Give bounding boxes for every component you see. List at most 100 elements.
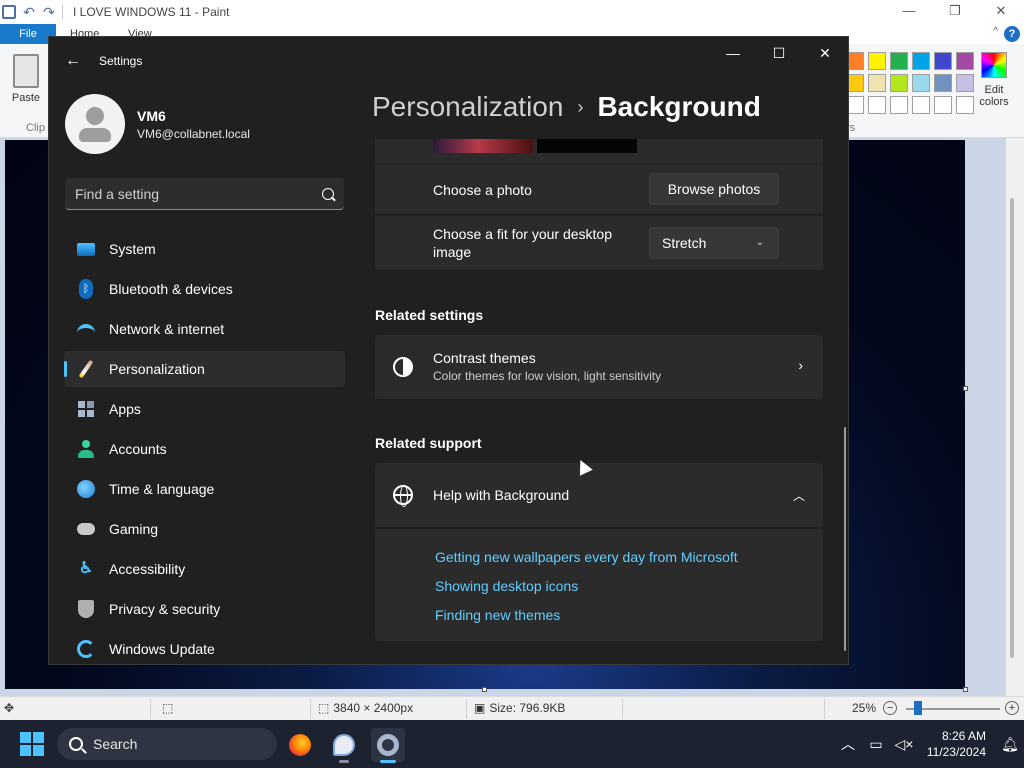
search-input[interactable] — [75, 185, 322, 202]
clock[interactable]: 8:26 AM 11/23/2024 — [918, 728, 996, 760]
paint-restore-button[interactable]: ❐ — [932, 0, 978, 24]
save-icon[interactable] — [2, 5, 16, 19]
paste-label: Paste — [11, 92, 41, 104]
redo-icon[interactable]: ↷ — [42, 5, 56, 19]
sidebar-item-accessibility[interactable]: ♿︎ Accessibility — [64, 551, 345, 587]
chevron-right-icon: › — [798, 357, 803, 373]
minimize-button[interactable]: — — [710, 37, 756, 69]
image-dimensions: ⬚ 3840 × 2400px — [318, 701, 413, 715]
color-swatch[interactable] — [912, 74, 930, 92]
find-setting-box[interactable] — [65, 178, 344, 210]
zoom-out-button[interactable]: − — [883, 701, 897, 715]
notification-bell-icon[interactable]: 🔔︎ — [996, 736, 1024, 753]
help-link[interactable]: Showing desktop icons — [435, 578, 578, 594]
collapse-ribbon-icon[interactable]: ^ — [993, 26, 998, 37]
taskbar-search-label: Search — [93, 736, 138, 752]
zoom-slider-thumb[interactable] — [914, 701, 922, 715]
sidebar-item-personalization[interactable]: Personalization — [64, 351, 345, 387]
paste-button[interactable]: Paste — [6, 50, 46, 104]
taskbar-paint[interactable] — [327, 728, 361, 763]
canvas-resize-handle-right[interactable] — [963, 386, 968, 391]
color-swatch[interactable] — [912, 96, 930, 114]
status-divider — [310, 699, 311, 719]
chevron-down-icon: ⌄ — [755, 237, 764, 248]
search-icon[interactable] — [322, 187, 334, 200]
undo-icon[interactable]: ↶ — [22, 5, 36, 19]
paint-close-button[interactable]: ✕ — [978, 0, 1024, 24]
chevron-up-icon[interactable]: ︿ — [834, 734, 862, 754]
color-swatch[interactable] — [868, 52, 886, 70]
browse-photos-button[interactable]: Browse photos — [649, 173, 779, 205]
avatar-head — [86, 107, 104, 125]
windows-start-icon[interactable] — [20, 732, 44, 756]
color-swatch[interactable] — [890, 52, 908, 70]
color-swatch[interactable] — [934, 96, 952, 114]
help-link[interactable]: Getting new wallpapers every day from Mi… — [435, 549, 738, 565]
sidebar-item-label: System — [109, 241, 156, 257]
color-swatch[interactable] — [956, 52, 974, 70]
taskbar-firefox[interactable] — [283, 728, 317, 762]
breadcrumb-parent[interactable]: Personalization — [372, 91, 563, 123]
user-name: VM6 — [137, 107, 166, 124]
help-links-panel: Getting new wallpapers every day from Mi… — [375, 529, 823, 641]
toolbar-divider — [62, 5, 63, 19]
dimensions-text: 3840 × 2400px — [333, 701, 414, 715]
gamepad-icon — [76, 519, 96, 539]
close-button[interactable]: ✕ — [802, 37, 848, 69]
volume-muted-icon[interactable]: ◁× — [890, 736, 918, 753]
taskbar-settings[interactable] — [371, 728, 405, 763]
color-swatch[interactable] — [868, 96, 886, 114]
paint-vertical-scrollbar[interactable] — [1006, 138, 1024, 696]
sidebar-item-gaming[interactable]: Gaming — [64, 511, 345, 547]
color-swatch[interactable] — [890, 96, 908, 114]
sidebar-item-apps[interactable]: Apps — [64, 391, 345, 427]
scrollbar-thumb[interactable] — [1010, 198, 1014, 658]
status-divider — [824, 699, 825, 719]
back-arrow-icon[interactable]: ← — [63, 51, 83, 71]
related-settings-heading: Related settings — [375, 307, 484, 323]
sidebar-item-windows-update[interactable]: Windows Update — [64, 631, 345, 664]
zoom-level: 25% — [852, 701, 877, 715]
color-swatch[interactable] — [868, 74, 886, 92]
clock-date: 11/23/2024 — [926, 745, 986, 759]
help-with-background-header[interactable]: Help with Background ︿ — [375, 463, 823, 527]
recent-wallpaper-thumbnail[interactable] — [433, 139, 533, 153]
help-link[interactable]: Finding new themes — [435, 607, 560, 623]
paint-title-bar: ↶ ↷ I LOVE WINDOWS 11 - Paint — ❐ ✕ — [0, 0, 1024, 24]
disk-icon: ▣ — [474, 701, 486, 715]
user-profile[interactable]: VM6 VM6@collabnet.local — [65, 94, 250, 154]
paint-minimize-button[interactable]: — — [886, 0, 932, 24]
taskbar-search[interactable]: Search — [57, 728, 277, 760]
help-with-background-title: Help with Background — [433, 487, 570, 503]
sidebar-item-time-language[interactable]: Time & language — [64, 471, 345, 507]
contrast-themes-card[interactable]: Contrast themes Color themes for low vis… — [375, 335, 823, 399]
color-swatch[interactable] — [890, 74, 908, 92]
edit-colors-button[interactable]: Edit colors — [976, 52, 1012, 108]
canvas-resize-handle-bottom[interactable] — [482, 687, 487, 692]
zoom-in-button[interactable]: + — [1005, 701, 1019, 715]
color-wheel-icon — [981, 52, 1007, 78]
network-icon[interactable]: ▭ — [862, 736, 890, 753]
color-swatch[interactable] — [912, 52, 930, 70]
status-divider — [622, 699, 623, 719]
sidebar-item-network-internet[interactable]: Network & internet — [64, 311, 345, 347]
color-swatch[interactable] — [934, 74, 952, 92]
color-swatch[interactable] — [956, 96, 974, 114]
fit-dropdown[interactable]: Stretch ⌄ — [649, 227, 779, 259]
zoom-slider[interactable] — [906, 701, 1000, 715]
help-icon[interactable]: ? — [1004, 26, 1020, 42]
sidebar-item-system[interactable]: System — [64, 231, 345, 267]
canvas-resize-handle-corner[interactable] — [963, 687, 968, 692]
sidebar-item-bluetooth-devices[interactable]: ᛒ Bluetooth & devices — [64, 271, 345, 307]
choose-photo-row: Choose a photo Browse photos — [375, 164, 823, 214]
recent-wallpaper-thumbnail[interactable] — [537, 139, 637, 153]
color-swatch[interactable] — [934, 52, 952, 70]
file-size-text: Size: 796.9KB — [489, 701, 566, 715]
sidebar-item-accounts[interactable]: Accounts — [64, 431, 345, 467]
color-swatch[interactable] — [956, 74, 974, 92]
settings-scrollbar[interactable] — [844, 427, 846, 651]
maximize-button[interactable]: ☐ — [756, 37, 802, 69]
page-title: Background — [597, 91, 761, 122]
sidebar-item-privacy-security[interactable]: Privacy & security — [64, 591, 345, 627]
chevron-up-icon[interactable]: ︿ — [793, 487, 805, 504]
